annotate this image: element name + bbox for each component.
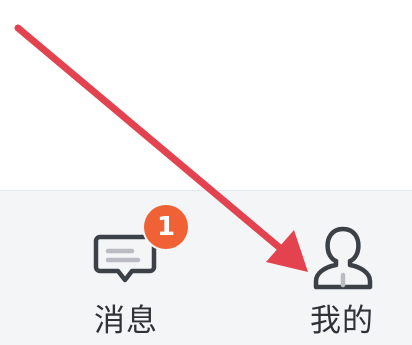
- user-profile-icon: [308, 223, 378, 293]
- tab-messages[interactable]: 1 消息: [56, 205, 196, 339]
- unread-badge: 1: [144, 205, 188, 249]
- tab-messages-label: 消息: [94, 303, 158, 339]
- content-area: [0, 0, 412, 190]
- tab-me[interactable]: 我的: [272, 205, 412, 339]
- bottom-tab-bar: 1 消息 我的: [0, 190, 412, 345]
- tab-me-label: 我的: [310, 303, 374, 339]
